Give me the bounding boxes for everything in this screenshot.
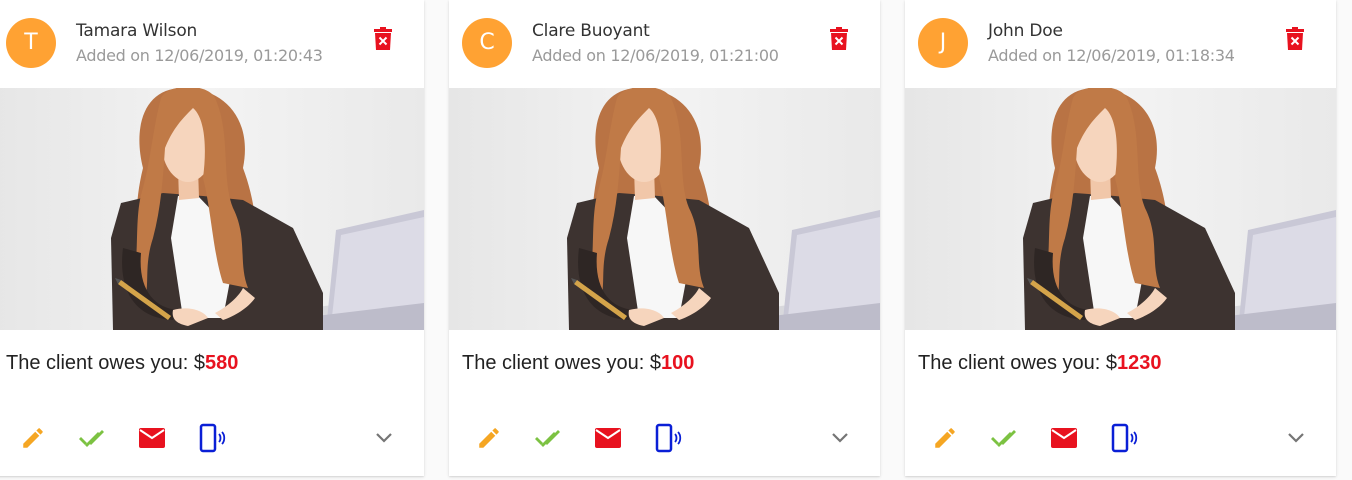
delete-forever-icon xyxy=(830,27,848,50)
delete-button[interactable] xyxy=(828,27,850,51)
client-name: John Doe xyxy=(988,21,1063,41)
avatar: J xyxy=(918,18,968,68)
double-check-icon xyxy=(991,430,1016,447)
chevron-down-icon xyxy=(1288,433,1304,443)
delete-forever-icon xyxy=(1286,27,1304,50)
delete-forever-icon xyxy=(374,27,392,50)
owes-label: The client owes you: $ xyxy=(918,352,1117,374)
added-date: Added on 12/06/2019, 01:20:43 xyxy=(76,46,323,65)
card-actions xyxy=(905,420,1336,456)
client-card: T Tamara Wilson Added on 12/06/2019, 01:… xyxy=(0,0,424,476)
expand-button[interactable] xyxy=(366,420,402,456)
pencil-icon xyxy=(23,428,43,448)
double-check-icon xyxy=(79,430,104,447)
edit-button[interactable] xyxy=(471,420,507,456)
chevron-down-icon xyxy=(376,433,392,443)
owes-label: The client owes you: $ xyxy=(462,352,661,374)
edit-button[interactable] xyxy=(15,420,51,456)
card-actions xyxy=(0,420,424,456)
edit-button[interactable] xyxy=(927,420,963,456)
mail-icon xyxy=(139,428,165,448)
mail-icon xyxy=(1051,428,1077,448)
call-button[interactable] xyxy=(195,420,231,456)
owes-text: The client owes you: $100 xyxy=(462,352,694,375)
avatar: C xyxy=(462,18,512,68)
delete-button[interactable] xyxy=(372,27,394,51)
call-button[interactable] xyxy=(651,420,687,456)
added-date: Added on 12/06/2019, 01:18:34 xyxy=(988,46,1235,65)
avatar: T xyxy=(6,18,56,68)
email-button[interactable] xyxy=(134,420,170,456)
woman-at-laptop-illustration xyxy=(905,88,1336,330)
card-header: T Tamara Wilson Added on 12/06/2019, 01:… xyxy=(0,0,424,88)
client-name: Clare Buoyant xyxy=(532,21,650,41)
double-check-icon xyxy=(535,430,560,447)
mark-done-button[interactable] xyxy=(530,420,566,456)
owes-text: The client owes you: $1230 xyxy=(918,352,1162,375)
mark-done-button[interactable] xyxy=(74,420,110,456)
owed-amount: 1230 xyxy=(1117,352,1162,374)
woman-at-laptop-illustration xyxy=(449,88,880,330)
owed-amount: 580 xyxy=(205,352,239,374)
phone-icon xyxy=(655,423,682,453)
email-button[interactable] xyxy=(1046,420,1082,456)
expand-button[interactable] xyxy=(822,420,858,456)
woman-at-laptop-illustration xyxy=(0,88,424,330)
phone-icon xyxy=(1111,423,1138,453)
card-header: J John Doe Added on 12/06/2019, 01:18:34 xyxy=(905,0,1336,88)
client-name: Tamara Wilson xyxy=(76,21,198,41)
mail-icon xyxy=(595,428,621,448)
client-photo xyxy=(449,88,880,330)
pencil-icon xyxy=(479,428,499,448)
client-photo xyxy=(905,88,1336,330)
email-button[interactable] xyxy=(590,420,626,456)
client-photo xyxy=(0,88,424,330)
mark-done-button[interactable] xyxy=(986,420,1022,456)
phone-icon xyxy=(199,423,226,453)
owes-label: The client owes you: $ xyxy=(6,352,205,374)
added-date: Added on 12/06/2019, 01:21:00 xyxy=(532,46,779,65)
client-card: C Clare Buoyant Added on 12/06/2019, 01:… xyxy=(449,0,880,476)
delete-button[interactable] xyxy=(1284,27,1306,51)
chevron-down-icon xyxy=(832,433,848,443)
client-cards: T Tamara Wilson Added on 12/06/2019, 01:… xyxy=(0,0,1352,480)
call-button[interactable] xyxy=(1107,420,1143,456)
card-header: C Clare Buoyant Added on 12/06/2019, 01:… xyxy=(449,0,880,88)
card-actions xyxy=(449,420,880,456)
expand-button[interactable] xyxy=(1278,420,1314,456)
client-card: J John Doe Added on 12/06/2019, 01:18:34 xyxy=(905,0,1336,476)
owed-amount: 100 xyxy=(661,352,695,374)
owes-text: The client owes you: $580 xyxy=(6,352,238,375)
pencil-icon xyxy=(935,428,955,448)
